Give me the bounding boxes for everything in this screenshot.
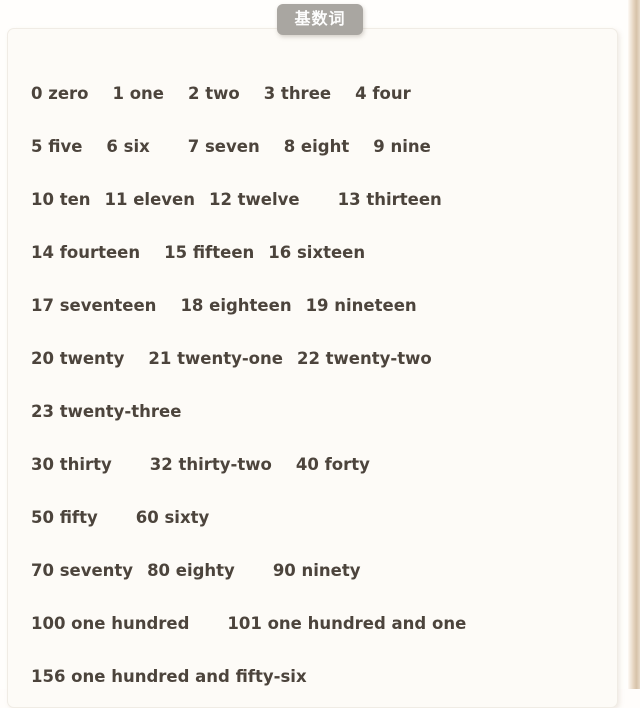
number-entry: 12 twelve <box>208 190 300 209</box>
number-entry: 8 eight <box>283 137 350 156</box>
number-row: 100 one hundred 101 one hundred and one <box>31 597 607 650</box>
number-row: 0 zero 1 one 2 two 3 three 4 four <box>31 67 607 120</box>
number-entry: 17 seventeen <box>31 296 157 315</box>
number-row: 14 fourteen 15 fifteen 16 sixteen <box>31 226 607 279</box>
number-entry: 70 seventy <box>31 561 134 580</box>
number-row: 50 fifty 60 sixty <box>31 491 607 544</box>
number-row: 17 seventeen 18 eighteen 19 nineteen <box>31 279 607 332</box>
number-row: 10 ten 11 eleven 12 twelve 13 thirteen <box>31 173 607 226</box>
number-entry: 101 one hundred and one <box>227 614 467 633</box>
number-entry: 100 one hundred <box>31 614 190 633</box>
number-entry: 7 seven <box>187 137 260 156</box>
number-entry: 156 one hundred and fifty-six <box>31 667 307 686</box>
number-entry: 10 ten <box>31 190 91 209</box>
number-row: 5 five 6 six 7 seven 8 eight 9 nine <box>31 120 607 173</box>
number-entry: 13 thirteen <box>337 190 442 209</box>
cardinal-numbers-list: 0 zero 1 one 2 two 3 three 4 four 5 five 6 six… <box>31 67 607 703</box>
number-entry: 0 zero <box>31 84 89 103</box>
number-entry: 14 fourteen <box>31 243 141 262</box>
number-entry: 18 eighteen <box>180 296 292 315</box>
number-entry: 23 twenty-three <box>31 402 182 421</box>
number-row: 70 seventy 80 eighty 90 ninety <box>31 544 607 597</box>
card-title-badge-wrap: 基数词 <box>0 4 640 35</box>
number-entry: 16 sixteen <box>268 243 366 262</box>
number-entry: 50 fifty <box>31 508 98 527</box>
number-entry: 19 nineteen <box>305 296 417 315</box>
number-entry: 15 fifteen <box>164 243 255 262</box>
number-entry: 90 ninety <box>272 561 361 580</box>
number-row: 156 one hundred and fifty-six <box>31 650 607 703</box>
number-entry: 6 six <box>106 137 150 156</box>
number-entry: 30 thirty <box>31 455 112 474</box>
page-root: 0 zero 1 one 2 two 3 three 4 four 5 five 6 six… <box>0 0 640 708</box>
number-entry: 40 forty <box>295 455 370 474</box>
number-entry: 20 twenty <box>31 349 125 368</box>
number-entry: 11 eleven <box>104 190 195 209</box>
number-entry: 60 sixty <box>135 508 210 527</box>
number-entry: 80 eighty <box>147 561 235 580</box>
number-entry: 22 twenty-two <box>296 349 432 368</box>
number-row: 30 thirty 32 thirty-two 40 forty <box>31 438 607 491</box>
number-entry: 4 four <box>355 84 411 103</box>
number-entry: 2 two <box>188 84 240 103</box>
number-entry: 32 thirty-two <box>149 455 272 474</box>
card-title-badge: 基数词 <box>277 4 363 35</box>
number-entry: 3 three <box>263 84 332 103</box>
number-row: 23 twenty-three <box>31 385 607 438</box>
number-row: 20 twenty 21 twenty-one 22 twenty-two <box>31 332 607 385</box>
page-right-edge-strip <box>628 0 640 689</box>
cardinal-numbers-card: 0 zero 1 one 2 two 3 three 4 four 5 five 6 six… <box>7 28 618 708</box>
number-entry: 21 twenty-one <box>148 349 283 368</box>
number-entry: 1 one <box>112 84 165 103</box>
number-entry: 5 five <box>31 137 83 156</box>
number-entry: 9 nine <box>373 137 431 156</box>
